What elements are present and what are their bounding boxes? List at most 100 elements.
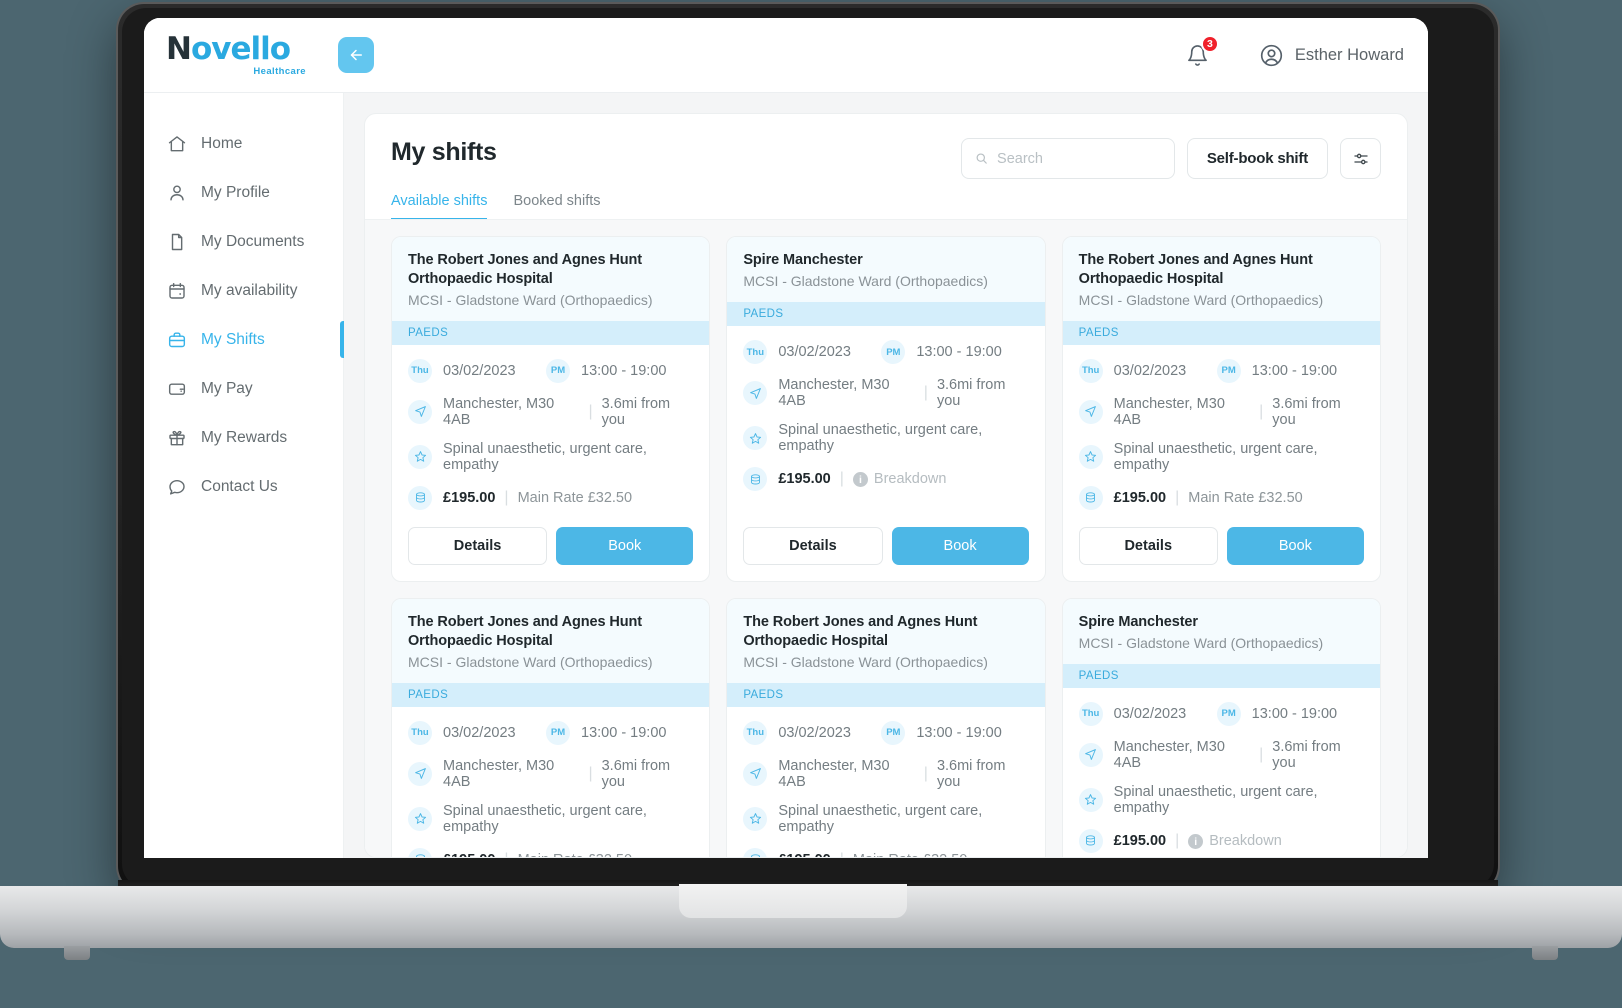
details-button[interactable]: Details [1078, 526, 1218, 565]
laptop-foot-left [64, 946, 90, 960]
shift-skills-row: Spinal unaesthetic, urgent care, empathy [1078, 784, 1364, 816]
search-icon [976, 153, 987, 164]
shift-ward: MCSI - Gladstone Ward (Orthopaedics) [1078, 291, 1324, 308]
sidebar-item-my-profile[interactable]: My Profile [144, 168, 343, 217]
shift-location: Manchester, M30 4AB [443, 395, 555, 428]
shift-hospital: The Robert Jones and Agnes Hunt Orthopae… [408, 613, 643, 649]
meridiem-badge: PM [1216, 701, 1241, 726]
sidebar-item-my-rewards[interactable]: My Rewards [144, 413, 343, 462]
app-body: Home My Profile My Documents My availabi… [144, 93, 1428, 858]
shift-time: 13:00 - 19:00 [581, 724, 667, 741]
shift-card-body: Thu 03/02/2023 PM 13:00 - 19:00 Manchester, … [1063, 688, 1380, 857]
brand-logo[interactable]: Novello Healthcare [158, 33, 308, 77]
shift-hospital: The Robert Jones and Agnes Hunt Orthopae… [743, 613, 978, 649]
shift-skills: Spinal unaesthetic, urgent care, empathy [1113, 440, 1318, 473]
shift-card-body: Thu 03/02/2023 PM 13:00 - 19:00 Manchester, … [727, 326, 1044, 504]
shift-tabs: Available shifts Booked shifts [391, 193, 1381, 220]
sidebar-item-label: My Rewards [201, 428, 288, 446]
coins-icon [743, 847, 768, 857]
shift-pay-row: £195.00 | i Breakdown [743, 467, 1028, 492]
sidebar-item-label: Contact Us [201, 477, 278, 495]
shift-date-group: Thu 03/02/2023 [743, 340, 881, 365]
shift-card[interactable]: Spire Manchester MCSI - Gladstone Ward (O… [726, 236, 1046, 582]
sidebar: Home My Profile My Documents My availabi… [144, 93, 344, 858]
shift-band: PAEDS [1062, 663, 1380, 688]
panel-actions: Self-book shift [960, 138, 1381, 179]
shift-time: 13:00 - 19:00 [916, 344, 1002, 361]
shift-rate: Main Rate £32.50 [518, 852, 632, 857]
shift-breakdown[interactable]: i Breakdown [852, 471, 946, 488]
shift-ward: MCSI - Gladstone Ward (Orthopaedics) [1078, 634, 1324, 651]
star-icon [1078, 787, 1103, 812]
star-icon [743, 806, 768, 831]
details-button[interactable]: Details [408, 526, 548, 565]
gift-icon [166, 427, 187, 448]
shift-card-actions: Details Book [392, 523, 709, 581]
shift-price: £195.00 [443, 489, 496, 506]
filter-settings-button[interactable] [1340, 138, 1381, 179]
home-icon [166, 133, 187, 154]
shift-card-body: Thu 03/02/2023 PM 13:00 - 19:00 Manchester, … [727, 707, 1044, 857]
details-button[interactable]: Details [743, 526, 883, 565]
divider: | [1259, 745, 1264, 763]
book-button[interactable]: Book [1226, 526, 1364, 565]
shift-card[interactable]: The Robert Jones and Agnes Hunt Orthopae… [726, 597, 1046, 857]
shift-price: £195.00 [1113, 489, 1167, 506]
shift-location-row: Manchester, M30 4AB | 3.6mi from you [1078, 396, 1364, 428]
book-button[interactable]: Book [891, 526, 1029, 565]
divider: | [504, 488, 509, 506]
panel-header: My shifts Self-book shift [365, 114, 1407, 220]
shift-card[interactable]: The Robert Jones and Agnes Hunt Orthopae… [391, 597, 711, 857]
shift-datetime-row: Thu 03/02/2023 PM 13:00 - 19:00 [408, 358, 693, 383]
search-box[interactable] [960, 138, 1175, 179]
shift-band: PAEDS [392, 320, 710, 345]
sidebar-item-my-pay[interactable]: My Pay [144, 364, 343, 413]
panel-header-row: My shifts Self-book shift [391, 138, 1381, 179]
shift-pay-row: £195.00 | Main Rate £32.50 [408, 485, 693, 510]
divider: | [840, 851, 844, 857]
shift-pay-row: £195.00 | i Breakdown [1078, 828, 1364, 853]
shift-hospital: The Robert Jones and Agnes Hunt Orthopae… [1078, 252, 1313, 287]
divider: | [504, 851, 508, 857]
shift-ward: MCSI - Gladstone Ward (Orthopaedics) [743, 653, 988, 670]
sidebar-item-contact-us[interactable]: Contact Us [144, 462, 343, 511]
shift-pay-row: £195.00 | Main Rate £32.50 [743, 847, 1028, 857]
sidebar-item-label: My Pay [201, 379, 253, 397]
shift-date: 03/02/2023 [443, 362, 516, 379]
shift-cards-grid: The Robert Jones and Agnes Hunt Orthopae… [391, 236, 1381, 857]
tab-available-shifts[interactable]: Available shifts [391, 193, 488, 220]
laptop-foot-right [1532, 946, 1558, 960]
coins-icon [1078, 485, 1103, 510]
briefcase-icon [166, 329, 187, 350]
sidebar-item-my-shifts[interactable]: My Shifts [144, 315, 344, 364]
sidebar-item-home[interactable]: Home [144, 119, 343, 168]
sidebar-item-label: My availability [201, 281, 298, 299]
location-icon [408, 399, 432, 424]
shift-time: 13:00 - 19:00 [581, 362, 667, 379]
meridiem-badge: PM [546, 720, 570, 745]
shift-card-actions: Details Book [727, 523, 1044, 581]
app-window: Novello Healthcare 3 Esther Howard Home … [144, 18, 1428, 858]
shift-date-group: Thu 03/02/2023 [1078, 701, 1217, 726]
self-book-shift-button[interactable]: Self-book shift [1186, 138, 1328, 179]
shift-location-row: Manchester, M30 4AB | 3.6mi from you [743, 758, 1028, 790]
back-button[interactable] [338, 37, 374, 73]
user-menu[interactable]: Esther Howard [1259, 43, 1404, 68]
tab-booked-shifts[interactable]: Booked shifts [513, 193, 600, 220]
meridiem-badge: PM [1216, 358, 1241, 383]
shift-card-body: Thu 03/02/2023 PM 13:00 - 19:00 Manchester, … [392, 707, 709, 857]
shift-distance: 3.6mi from you [1272, 738, 1341, 771]
location-icon [743, 381, 768, 406]
sidebar-item-my-availability[interactable]: My availability [144, 266, 343, 315]
shift-time: 13:00 - 19:00 [1251, 705, 1338, 722]
sidebar-item-my-documents[interactable]: My Documents [144, 217, 343, 266]
shift-card[interactable]: Spire Manchester MCSI - Gladstone Ward (O… [1061, 597, 1381, 857]
shift-date-group: Thu 03/02/2023 [1078, 358, 1217, 383]
shift-cards-scroll[interactable]: The Robert Jones and Agnes Hunt Orthopae… [365, 220, 1407, 857]
shift-card[interactable]: The Robert Jones and Agnes Hunt Orthopae… [1061, 236, 1381, 582]
shift-card[interactable]: The Robert Jones and Agnes Hunt Orthopae… [391, 236, 711, 582]
search-input[interactable] [997, 150, 1161, 167]
book-button[interactable]: Book [556, 526, 694, 565]
shift-breakdown[interactable]: i Breakdown [1188, 833, 1282, 850]
notifications-button[interactable]: 3 [1183, 35, 1219, 70]
